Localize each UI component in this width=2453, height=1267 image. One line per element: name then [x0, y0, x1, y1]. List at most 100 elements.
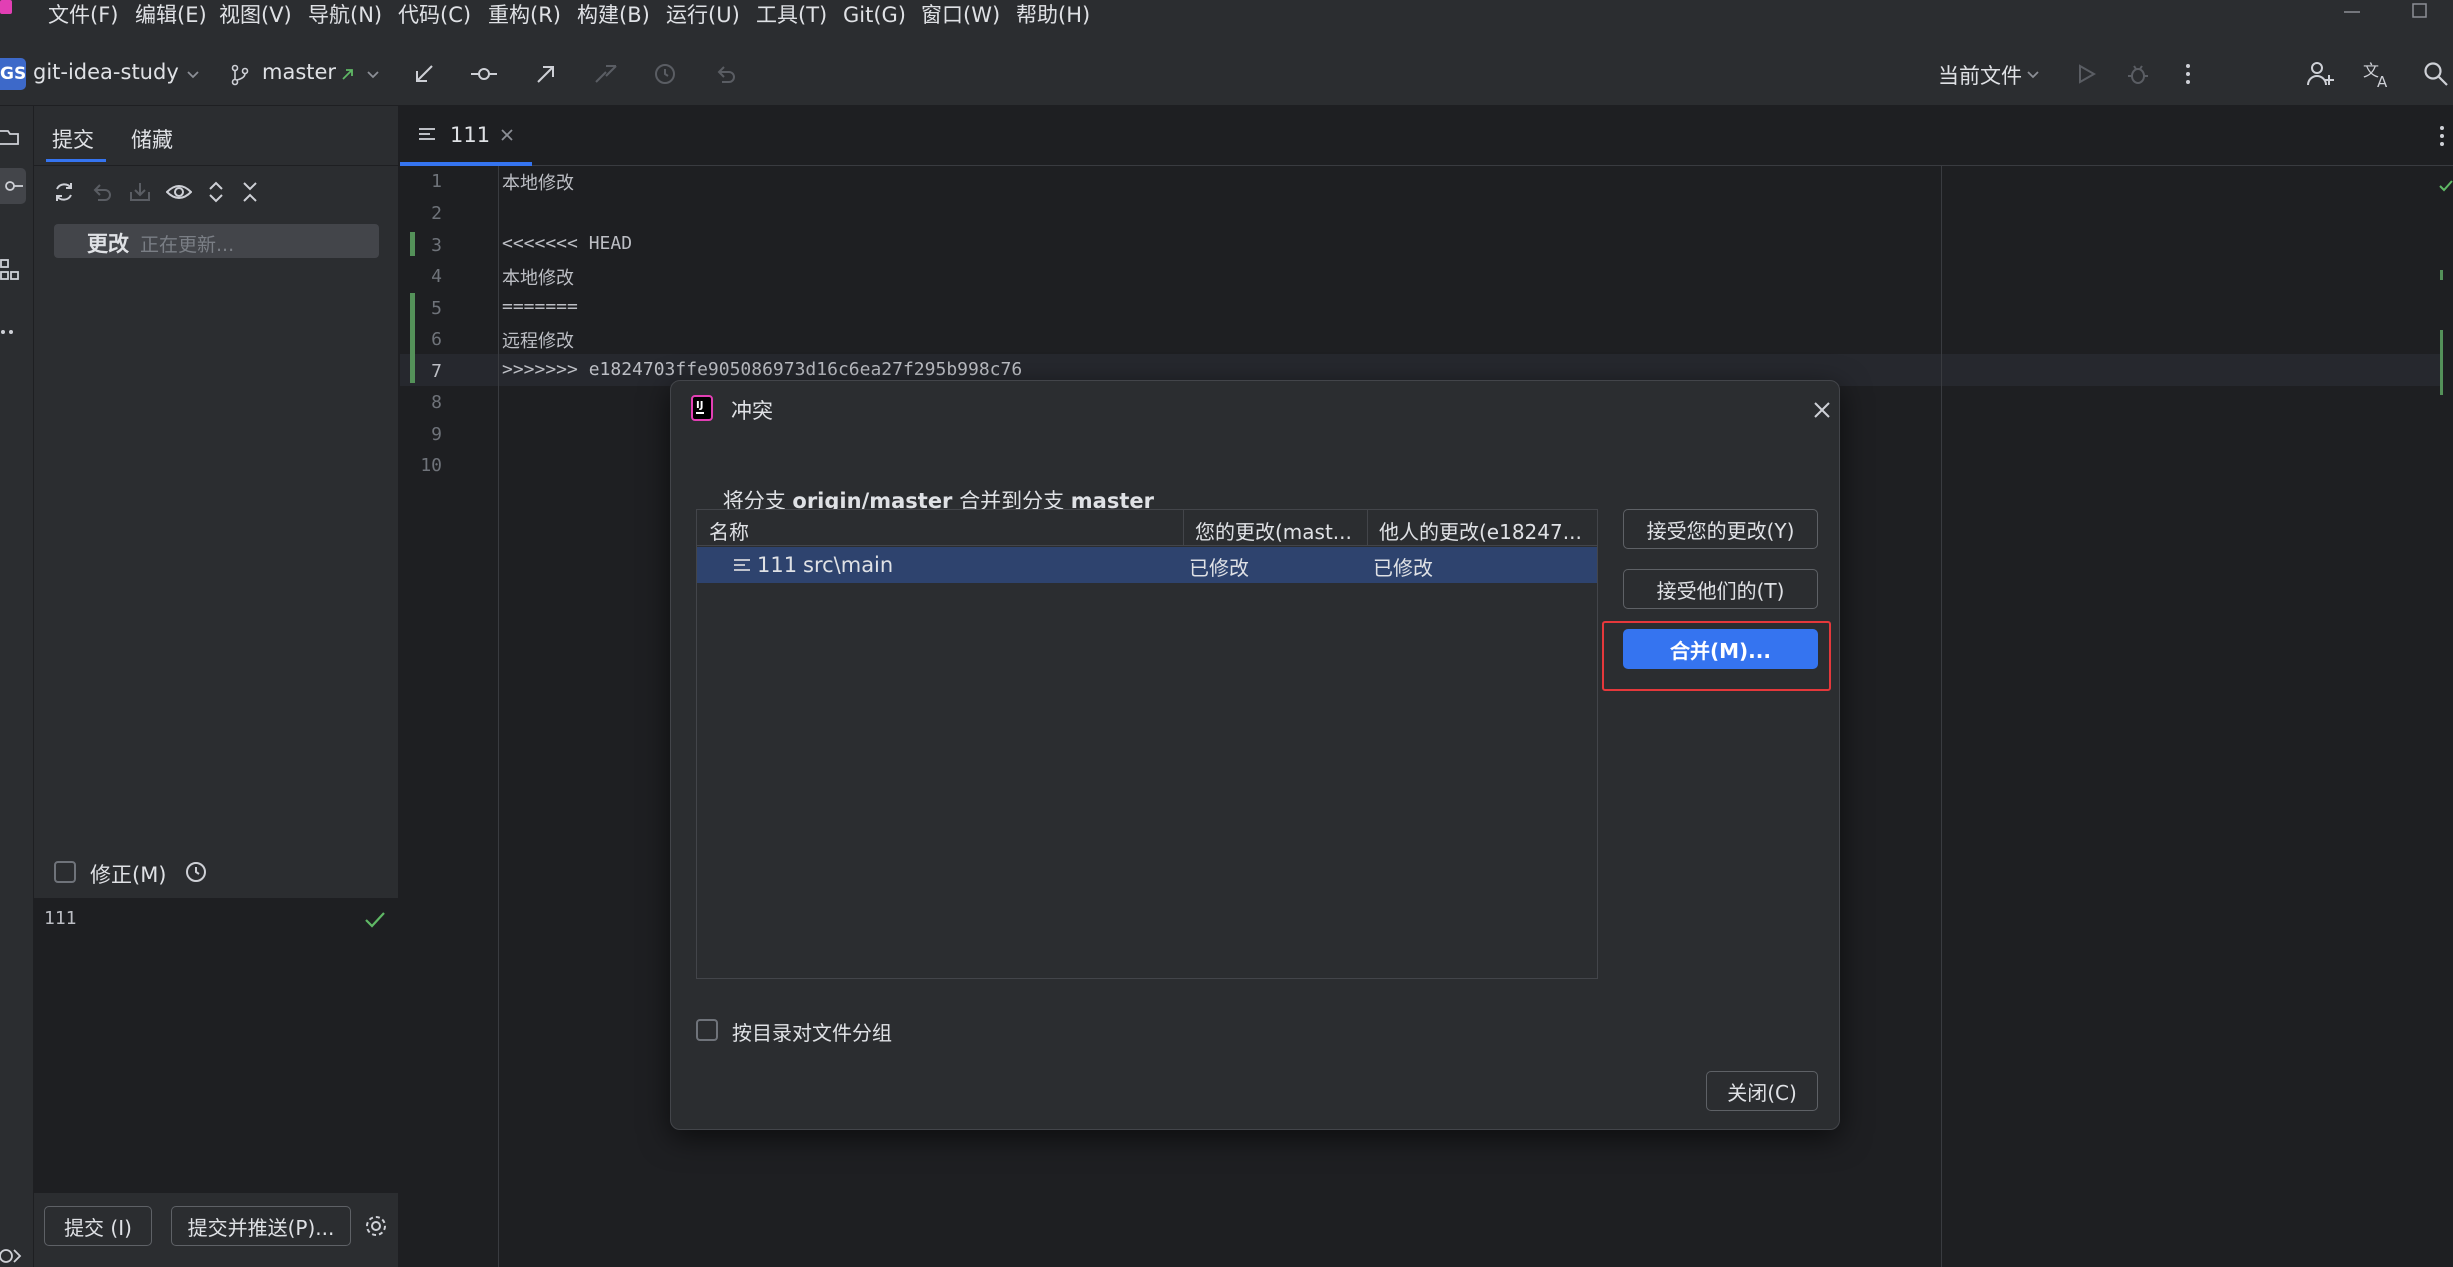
conflicts-dialog: IJ 冲突 将分支 origin/master 合并到分支 master 名称 …: [670, 380, 1840, 1130]
menu-help[interactable]: 帮助(H): [1016, 0, 1090, 32]
group-by-directory-label[interactable]: 按目录对文件分组: [732, 1017, 892, 1046]
menu-code[interactable]: 代码(C): [398, 0, 471, 32]
code-line: <<<<<<< HEAD: [502, 233, 633, 254]
editor-tab-111[interactable]: 111: [400, 106, 532, 166]
undo-icon: [717, 66, 735, 83]
app-logo-icon: IJ: [691, 395, 713, 421]
expand-all-icon[interactable]: [206, 180, 226, 204]
refresh-icon[interactable]: [52, 180, 76, 204]
project-folder-icon[interactable]: [0, 126, 22, 148]
terminal-icon[interactable]: [0, 1246, 22, 1266]
push-button[interactable]: [528, 56, 564, 92]
accept-theirs-button[interactable]: 接受他们的(T): [1623, 569, 1818, 609]
table-row[interactable]: 111 src\main 已修改 已修改: [697, 547, 1597, 583]
tab-stash[interactable]: 储藏: [131, 124, 173, 154]
project-badge[interactable]: GS: [0, 58, 26, 90]
scrollbar-marker: [2440, 270, 2443, 280]
debug-button[interactable]: [2120, 56, 2156, 92]
compare-button[interactable]: [588, 56, 624, 92]
gear-icon[interactable]: [364, 1214, 388, 1238]
amend-checkbox[interactable]: [54, 861, 76, 883]
line-number: 3: [431, 235, 442, 256]
tool-window-strip: [0, 106, 34, 1267]
app-logo-icon: [0, 0, 12, 14]
table-header: 名称 您的更改(mast... 他人的更改(e18247...: [697, 510, 1597, 546]
menu-run[interactable]: 运行(U): [666, 0, 740, 32]
branch-name[interactable]: master: [262, 60, 336, 84]
commit-icon: [471, 68, 497, 80]
more-actions-button[interactable]: [2170, 56, 2206, 92]
eye-icon[interactable]: [166, 180, 192, 204]
changes-node[interactable]: 更改 正在更新...: [54, 224, 379, 258]
line-number: 10: [420, 455, 442, 476]
close-icon[interactable]: [1813, 401, 1831, 419]
search-button[interactable]: [2418, 56, 2453, 92]
group-by-directory-checkbox[interactable]: [696, 1019, 718, 1041]
branch-icon: [231, 64, 249, 86]
line-number: 9: [431, 424, 442, 445]
gutter-separator: [498, 166, 499, 1267]
tab-commit[interactable]: 提交: [52, 124, 94, 154]
menu-tools[interactable]: 工具(T): [756, 0, 827, 32]
menu-git[interactable]: Git(G): [843, 0, 906, 32]
run-button[interactable]: [2068, 56, 2104, 92]
commit-button[interactable]: [466, 56, 502, 92]
editor-tab-label: 111: [450, 123, 491, 147]
commit-message-area[interactable]: 111: [34, 898, 399, 1193]
commit-message-text: 111: [44, 908, 77, 929]
add-user-icon: [2307, 62, 2334, 86]
menu-window[interactable]: 窗口(W): [921, 0, 1000, 32]
rollback-button[interactable]: [708, 56, 744, 92]
translate-icon: 文A: [2363, 61, 2388, 88]
line-number: 6: [431, 329, 442, 350]
history-button[interactable]: [647, 56, 683, 92]
run-configuration[interactable]: 当前文件: [1938, 60, 2022, 90]
line-number: 1: [431, 171, 442, 192]
menu-refactor[interactable]: 重构(R): [488, 0, 561, 32]
structure-icon[interactable]: [0, 258, 22, 282]
close-icon[interactable]: [500, 128, 514, 142]
column-header-yours[interactable]: 您的更改(mast...: [1195, 516, 1352, 545]
file-path: src\main: [803, 553, 894, 577]
line-number: 2: [431, 203, 442, 224]
commit-submit-button[interactable]: 提交 (I): [44, 1206, 152, 1246]
text-file-icon: [419, 128, 435, 140]
line-number: 7: [431, 361, 442, 382]
add-user-button[interactable]: [2302, 56, 2338, 92]
more-horizontal-icon[interactable]: [0, 328, 22, 336]
menu-build[interactable]: 构建(B): [577, 0, 650, 32]
their-change-status: 已修改: [1373, 556, 1433, 580]
maximize-button[interactable]: [2410, 0, 2430, 26]
menu-navigate[interactable]: 导航(N): [308, 0, 382, 32]
menu-file[interactable]: 文件(F): [48, 0, 118, 32]
code-line: >>>>>>> e1824703ffe905086973d16c6ea27f29…: [502, 359, 1023, 380]
more-vertical-icon[interactable]: [2438, 124, 2446, 148]
commit-and-push-button[interactable]: 提交并推送(P)...: [171, 1206, 351, 1246]
menu-view[interactable]: 视图(V): [219, 0, 292, 32]
rollback-icon[interactable]: [90, 180, 114, 204]
chevron-down-icon[interactable]: [186, 68, 200, 82]
menu-edit[interactable]: 编辑(E): [135, 0, 207, 32]
commit-tool-button[interactable]: [0, 168, 26, 204]
translate-button[interactable]: 文A: [2360, 56, 2396, 92]
scrollbar-marker: [2440, 330, 2443, 395]
commit-icon: [5, 181, 23, 191]
chevron-down-icon[interactable]: [366, 68, 380, 82]
collapse-all-icon[interactable]: [240, 180, 260, 204]
minimize-button[interactable]: [2342, 0, 2362, 26]
code-line: =======: [502, 296, 578, 317]
text-file-icon: [734, 559, 750, 571]
merge-button[interactable]: 合并(M)...: [1623, 629, 1818, 669]
update-project-button[interactable]: [406, 56, 442, 92]
chevron-down-icon[interactable]: [2026, 68, 2040, 82]
tab-commit-underline: [46, 159, 106, 162]
project-name[interactable]: git-idea-study: [33, 60, 179, 84]
shelve-icon[interactable]: [128, 180, 152, 204]
accept-yours-button[interactable]: 接受您的更改(Y): [1623, 509, 1818, 549]
column-header-name[interactable]: 名称: [709, 516, 749, 545]
check-icon: [365, 912, 385, 928]
amend-label[interactable]: 修正(M): [90, 859, 167, 889]
close-dialog-button[interactable]: 关闭(C): [1706, 1071, 1818, 1111]
clock-icon[interactable]: [184, 860, 208, 884]
column-header-theirs[interactable]: 他人的更改(e18247...: [1379, 516, 1582, 545]
